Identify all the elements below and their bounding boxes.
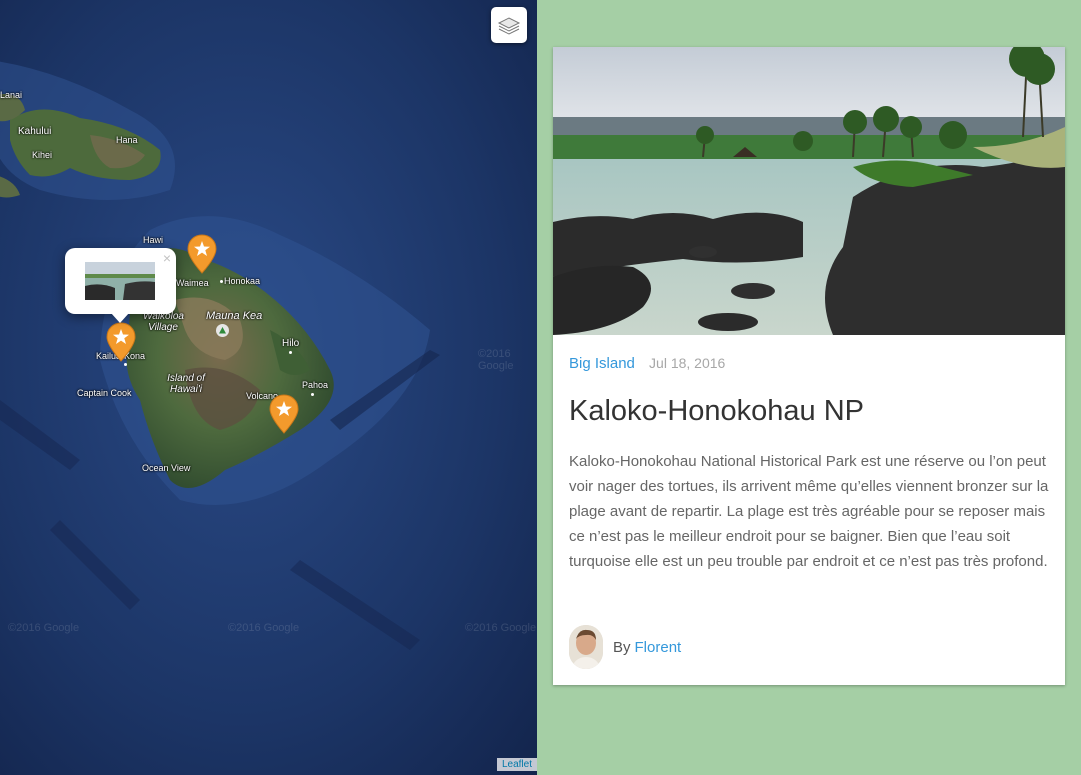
map-marker-active[interactable]: [106, 322, 136, 362]
popup-thumbnail[interactable]: [85, 262, 155, 300]
map-watermark: ©2016 Google: [8, 622, 80, 634]
map-label-hana: Hana: [116, 135, 138, 145]
map-label-waikoloa: Waikoloa Village: [143, 311, 184, 333]
post-photo: [553, 47, 1065, 335]
map-label-mauna-kea: Mauna Kea: [206, 310, 263, 322]
map-label-hawi: Hawi: [143, 235, 164, 245]
author-prefix: By: [613, 638, 631, 656]
map-marker[interactable]: [269, 394, 299, 434]
close-icon[interactable]: ×: [163, 250, 171, 266]
marker-pin-icon: [106, 322, 136, 362]
map-watermark: ©2016 Google: [478, 348, 514, 372]
map-label-ocean-view: Ocean View: [142, 463, 191, 473]
post-body: Kaloko-Honokohau National Historical Par…: [569, 453, 1049, 570]
marker-pin-icon: [269, 394, 299, 434]
map-watermark: ©2016 Google: [228, 622, 300, 634]
map-label-waimea: Waimea: [176, 278, 209, 288]
map-watermark: ©2016 Google: [465, 622, 537, 634]
avatar[interactable]: [569, 625, 603, 669]
map-dot: [220, 280, 223, 283]
marker-pin-icon: [187, 234, 217, 274]
map-label-pahoa: Pahoa: [302, 380, 329, 390]
map-label-honokaa: Honokaa: [224, 276, 261, 286]
park-icon: [216, 324, 229, 337]
map-label-kihei: Kihei: [32, 150, 53, 160]
map-marker[interactable]: [187, 234, 217, 274]
map[interactable]: ©2016 Google ©2016 Google ©2016 Google ©…: [0, 0, 537, 775]
map-dot: [311, 393, 314, 396]
leaflet-link[interactable]: Leaflet: [502, 759, 532, 770]
author-row: By Florent: [569, 625, 681, 669]
map-dot: [289, 351, 292, 354]
author-link[interactable]: Florent: [635, 639, 682, 656]
post-meta: Big Island Jul 18, 2016: [569, 355, 725, 372]
map-label-kahului: Kahului: [18, 126, 52, 137]
map-label-lanai: Lanai: [0, 90, 23, 100]
map-label-hilo: Hilo: [282, 338, 300, 349]
post-date: Jul 18, 2016: [649, 355, 726, 371]
map-dot: [124, 363, 127, 366]
map-label-captain-cook: Captain Cook: [77, 388, 132, 398]
map-popup[interactable]: ×: [65, 248, 176, 323]
post-title: Kaloko-Honokohau NP: [569, 395, 865, 427]
map-label-island: Island of Hawai'i: [167, 373, 205, 395]
category-link[interactable]: Big Island: [569, 355, 635, 372]
map-attribution: Leaflet: [496, 758, 537, 771]
layers-button[interactable]: [491, 7, 527, 43]
post-card: Big Island Jul 18, 2016 Kaloko-Honokohau…: [553, 47, 1065, 685]
layers-icon: [497, 17, 521, 35]
